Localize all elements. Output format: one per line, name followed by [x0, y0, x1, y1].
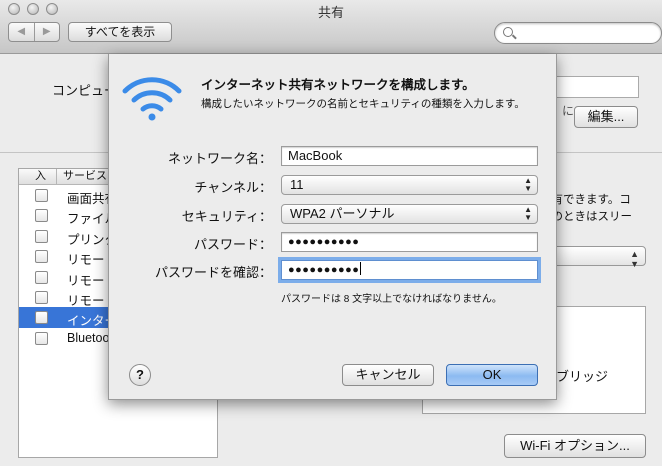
service-checkbox[interactable] — [35, 250, 48, 264]
wifi-options-button[interactable]: Wi-Fi オプション... — [504, 434, 646, 458]
sheet-title: インターネット共有ネットワークを構成します。 — [201, 78, 475, 92]
popup-arrows-icon: ▲ ▼ — [630, 249, 639, 269]
security-label: セキュリティ： — [181, 209, 272, 224]
service-checkbox[interactable] — [35, 331, 48, 345]
network-name-label: ネットワーク名： — [167, 151, 272, 166]
service-checkbox[interactable] — [35, 270, 48, 284]
window-title: 共有 — [317, 5, 344, 20]
search-field[interactable] — [494, 22, 662, 44]
password-field[interactable]: ●●●●●●●●●● — [281, 232, 538, 252]
security-popup[interactable]: WPA2 パーソナル ▲ ▼ — [281, 204, 538, 224]
text-caret — [360, 262, 362, 275]
bridge-label: ブリッジ — [556, 369, 609, 384]
confirm-password-label: パスワードを確認： — [154, 265, 272, 280]
popup-arrows-icon: ▲ ▼ — [524, 176, 532, 193]
popup-arrows-icon: ▲ ▼ — [524, 205, 532, 222]
sheet-description: 構成したいネットワークの名前とセキュリティの種類を入力します。 — [201, 98, 525, 110]
wifi-icon — [122, 77, 182, 121]
forward-icon[interactable]: ▶ — [35, 23, 60, 41]
search-icon — [503, 27, 513, 37]
channel-label: チャンネル： — [194, 180, 272, 195]
show-all-button[interactable]: すべてを表示 — [68, 22, 172, 42]
security-value: WPA2 パーソナル — [290, 206, 395, 221]
service-checkbox[interactable] — [35, 229, 48, 243]
computer-name-suffix: に — [562, 104, 575, 118]
password-hint: パスワードは 8 文字以上でなければなりません。 — [281, 294, 502, 305]
network-config-sheet: インターネット共有ネットワークを構成します。 構成したいネットワークの名前とセキ… — [108, 54, 557, 400]
cancel-button[interactable]: キャンセル — [342, 364, 434, 386]
service-label: Bluetoo — [67, 330, 110, 345]
confirm-password-field[interactable]: ●●●●●●●●●● — [281, 260, 538, 280]
password-label: パスワード： — [193, 237, 272, 252]
service-checkbox[interactable] — [35, 311, 48, 325]
channel-value: 11 — [290, 177, 304, 192]
ok-button[interactable]: OK — [446, 364, 538, 386]
back-forward-control[interactable]: ◀ ▶ — [8, 22, 60, 42]
service-checkbox[interactable] — [35, 290, 48, 304]
network-name-field[interactable]: MacBook — [281, 146, 538, 166]
back-icon[interactable]: ◀ — [9, 23, 35, 41]
computer-name-field[interactable] — [555, 76, 639, 98]
service-checkbox[interactable] — [35, 209, 48, 223]
window-toolbar: 共有 ◀ ▶ すべてを表示 — [0, 0, 662, 54]
column-on[interactable]: 入 — [19, 169, 57, 184]
help-button[interactable]: ? — [129, 364, 151, 386]
confirm-password-value: ●●●●●●●●●● — [288, 264, 360, 276]
column-service[interactable]: サービス — [57, 169, 107, 184]
edit-button[interactable]: 編集... — [574, 106, 638, 128]
service-checkbox[interactable] — [35, 189, 48, 202]
channel-popup[interactable]: 11 ▲ ▼ — [281, 175, 538, 195]
